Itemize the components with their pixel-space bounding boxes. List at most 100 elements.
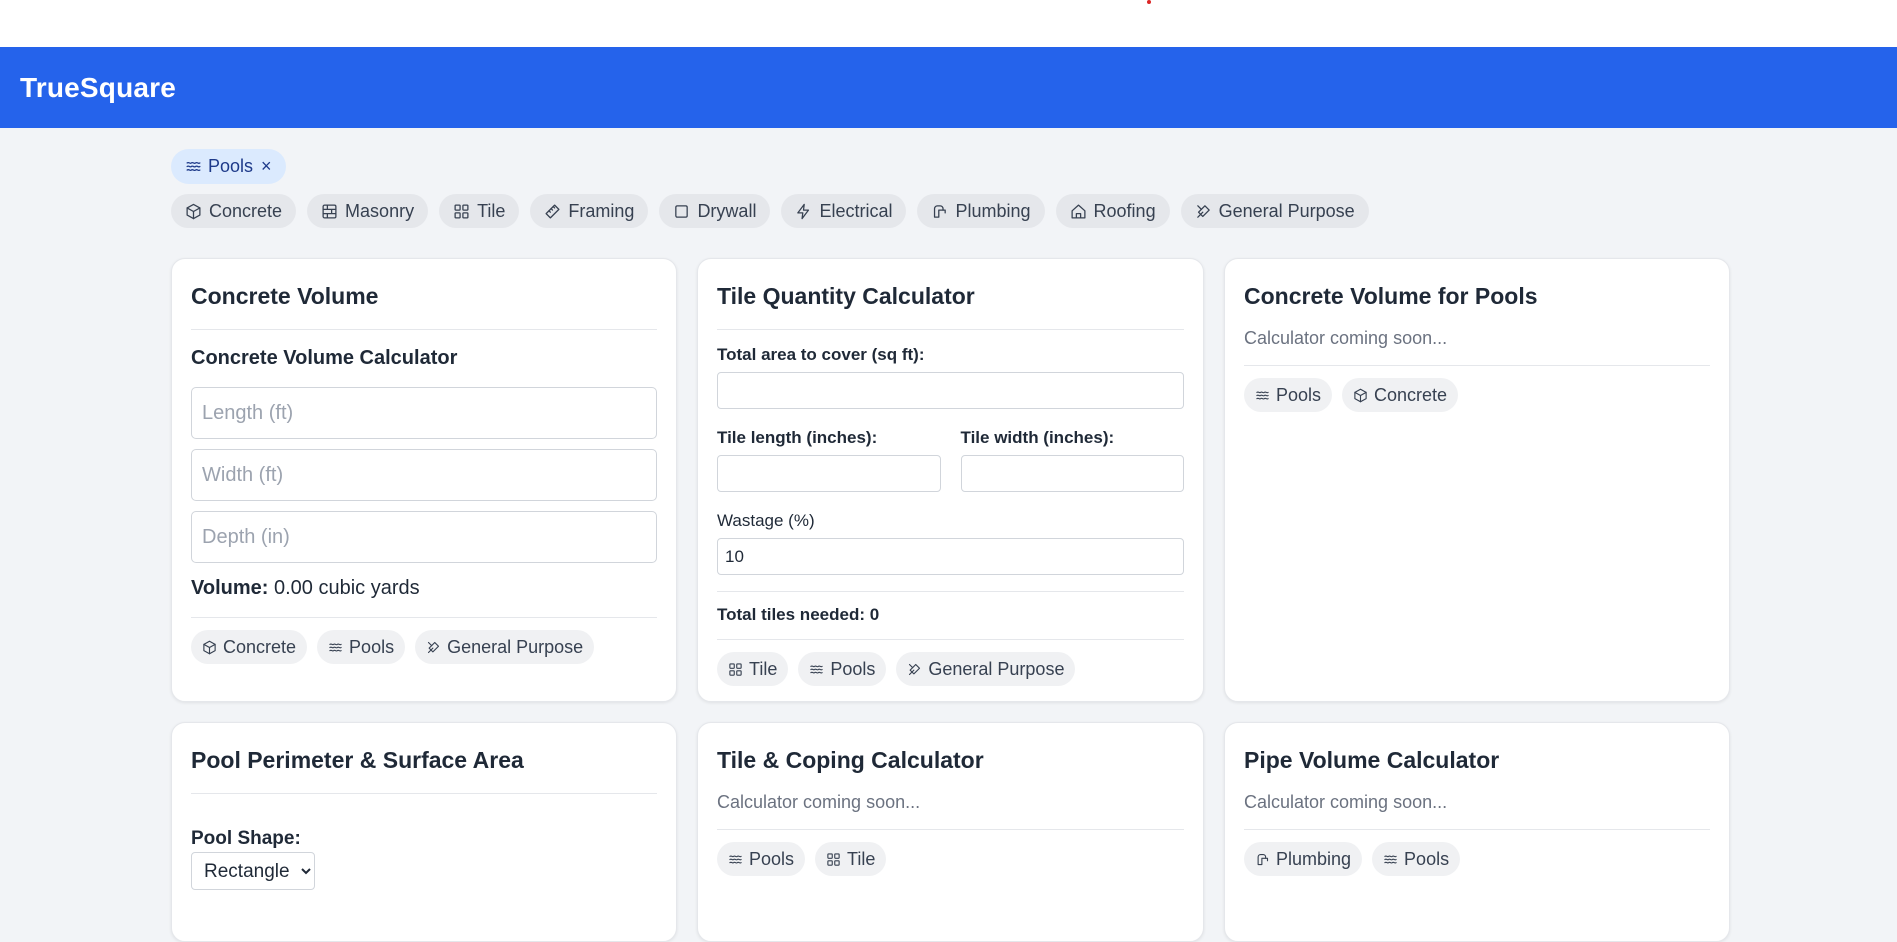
- wastage-input[interactable]: [717, 538, 1184, 575]
- coming-soon-text: Calculator coming soon...: [1244, 786, 1710, 830]
- filter-chip-drywall[interactable]: Drywall: [659, 194, 771, 228]
- filter-chip-label: Tile: [477, 200, 506, 221]
- length-input[interactable]: [191, 387, 657, 439]
- filter-chip-masonry[interactable]: Masonry: [307, 194, 429, 228]
- pool-shape-select[interactable]: Rectangle: [191, 852, 315, 890]
- tag-label: General Purpose: [928, 658, 1065, 679]
- tile-width-label: Tile width (inches):: [960, 428, 1115, 447]
- area-input[interactable]: [717, 372, 1184, 409]
- filter-chip-framing[interactable]: Framing: [530, 194, 649, 228]
- filter-chip-label: Plumbing: [955, 200, 1031, 221]
- card-title: Pool Perimeter & Surface Area: [191, 723, 657, 794]
- waves-icon: [328, 640, 343, 655]
- tag-label: Pools: [1276, 384, 1322, 405]
- card-tags: Pools Tile: [717, 830, 1184, 876]
- wastage-label: Wastage (%): [717, 511, 815, 530]
- zap-icon: [795, 203, 812, 220]
- tag-plumbing[interactable]: Plumbing: [1244, 842, 1363, 876]
- card-pipe-volume: Pipe Volume Calculator Calculator coming…: [1224, 722, 1730, 942]
- grid-icon: [728, 662, 743, 677]
- faucet-icon: [1255, 852, 1270, 867]
- volume-result-label: Volume:: [191, 577, 269, 599]
- app-title[interactable]: TrueSquare: [20, 72, 176, 104]
- total-tiles-result: Total tiles needed: 0: [717, 592, 1184, 640]
- card-tags: Pools Concrete: [1244, 366, 1710, 412]
- card-title: Concrete Volume for Pools: [1244, 283, 1538, 309]
- tag-pools[interactable]: Pools: [1244, 378, 1333, 412]
- filter-chip-label: Electrical: [819, 200, 893, 221]
- volume-result-value: 0.00 cubic yards: [273, 577, 420, 599]
- tile-width-input[interactable]: [960, 455, 1184, 492]
- tag-label: Tile: [847, 848, 876, 869]
- tag-general-purpose[interactable]: General Purpose: [415, 630, 595, 664]
- tools-icon: [426, 640, 441, 655]
- filter-chip-plumbing[interactable]: Plumbing: [917, 194, 1045, 228]
- remove-filter-icon[interactable]: ×: [261, 156, 272, 177]
- volume-result: Volume: 0.00 cubic yards: [191, 577, 657, 618]
- tile-length-input[interactable]: [717, 455, 941, 492]
- tag-label: General Purpose: [447, 636, 584, 657]
- waves-icon: [185, 158, 202, 175]
- box-icon: [185, 203, 202, 220]
- filter-chip-label: Concrete: [209, 200, 283, 221]
- tag-label: Tile: [749, 658, 778, 679]
- active-filter-label: Pools: [208, 156, 254, 176]
- card-concrete-volume: Concrete Volume Concrete Volume Calculat…: [171, 258, 677, 702]
- grid-icon: [826, 852, 841, 867]
- card-tags: Tile Pools General Purpose: [717, 640, 1184, 686]
- tag-tile[interactable]: Tile: [717, 652, 789, 686]
- active-filter-chip-pools[interactable]: Pools ×: [171, 149, 286, 184]
- tag-general-purpose[interactable]: General Purpose: [896, 652, 1076, 686]
- pool-shape-label: Pool Shape:: [191, 828, 301, 849]
- tag-pools[interactable]: Pools: [798, 652, 887, 686]
- square-icon: [673, 203, 690, 220]
- tag-tile[interactable]: Tile: [815, 842, 887, 876]
- filter-chip-general-purpose[interactable]: General Purpose: [1180, 194, 1369, 228]
- tag-label: Pools: [1404, 848, 1450, 869]
- depth-input[interactable]: [191, 511, 657, 563]
- card-tile-coping: Tile & Coping Calculator Calculator comi…: [697, 722, 1204, 942]
- tag-label: Concrete: [1374, 384, 1448, 405]
- tag-pools[interactable]: Pools: [1372, 842, 1461, 876]
- width-input[interactable]: [191, 449, 657, 501]
- tag-concrete[interactable]: Concrete: [191, 630, 308, 664]
- tag-label: Plumbing: [1276, 848, 1352, 869]
- red-dot: [1147, 0, 1151, 4]
- coming-soon-text: Calculator coming soon...: [717, 786, 1184, 830]
- grid-icon: [453, 203, 470, 220]
- ruler-icon: [544, 203, 561, 220]
- filter-chip-roofing[interactable]: Roofing: [1055, 194, 1170, 228]
- area-label: Total area to cover (sq ft):: [717, 345, 925, 364]
- brick-icon: [321, 203, 338, 220]
- waves-icon: [809, 662, 824, 677]
- filter-chip-tile[interactable]: Tile: [439, 194, 520, 228]
- filter-chip-label: Roofing: [1093, 200, 1156, 221]
- tag-label: Pools: [749, 848, 795, 869]
- home-icon: [1070, 203, 1087, 220]
- box-icon: [1353, 388, 1368, 403]
- filter-chip-label: General Purpose: [1218, 200, 1355, 221]
- tile-length-label: Tile length (inches):: [717, 428, 878, 447]
- filter-chip-electrical[interactable]: Electrical: [781, 194, 907, 228]
- tag-concrete[interactable]: Concrete: [1342, 378, 1459, 412]
- tools-icon: [1195, 203, 1212, 220]
- card-tile-quantity: Tile Quantity Calculator Total area to c…: [697, 258, 1204, 702]
- tag-label: Pools: [349, 636, 395, 657]
- filter-chip-concrete[interactable]: Concrete: [171, 194, 297, 228]
- tag-pools[interactable]: Pools: [717, 842, 806, 876]
- card-title: Concrete Volume: [191, 259, 657, 330]
- card-title: Tile Quantity Calculator: [717, 259, 1184, 330]
- box-icon: [202, 640, 217, 655]
- waves-icon: [1255, 388, 1270, 403]
- tag-label: Concrete: [223, 636, 297, 657]
- waves-icon: [1383, 852, 1398, 867]
- app-header: TrueSquare: [0, 47, 1897, 128]
- coming-soon-text: Calculator coming soon...: [1244, 322, 1710, 366]
- card-title: Pipe Volume Calculator: [1244, 747, 1500, 773]
- calculator-subtitle: Concrete Volume Calculator: [191, 347, 458, 369]
- tag-pools[interactable]: Pools: [317, 630, 406, 664]
- filter-chip-label: Masonry: [345, 200, 415, 221]
- filter-chip-label: Framing: [568, 200, 635, 221]
- card-tags: Plumbing Pools: [1244, 830, 1710, 876]
- card-pool-perimeter: Pool Perimeter & Surface Area Pool Shape…: [171, 722, 677, 942]
